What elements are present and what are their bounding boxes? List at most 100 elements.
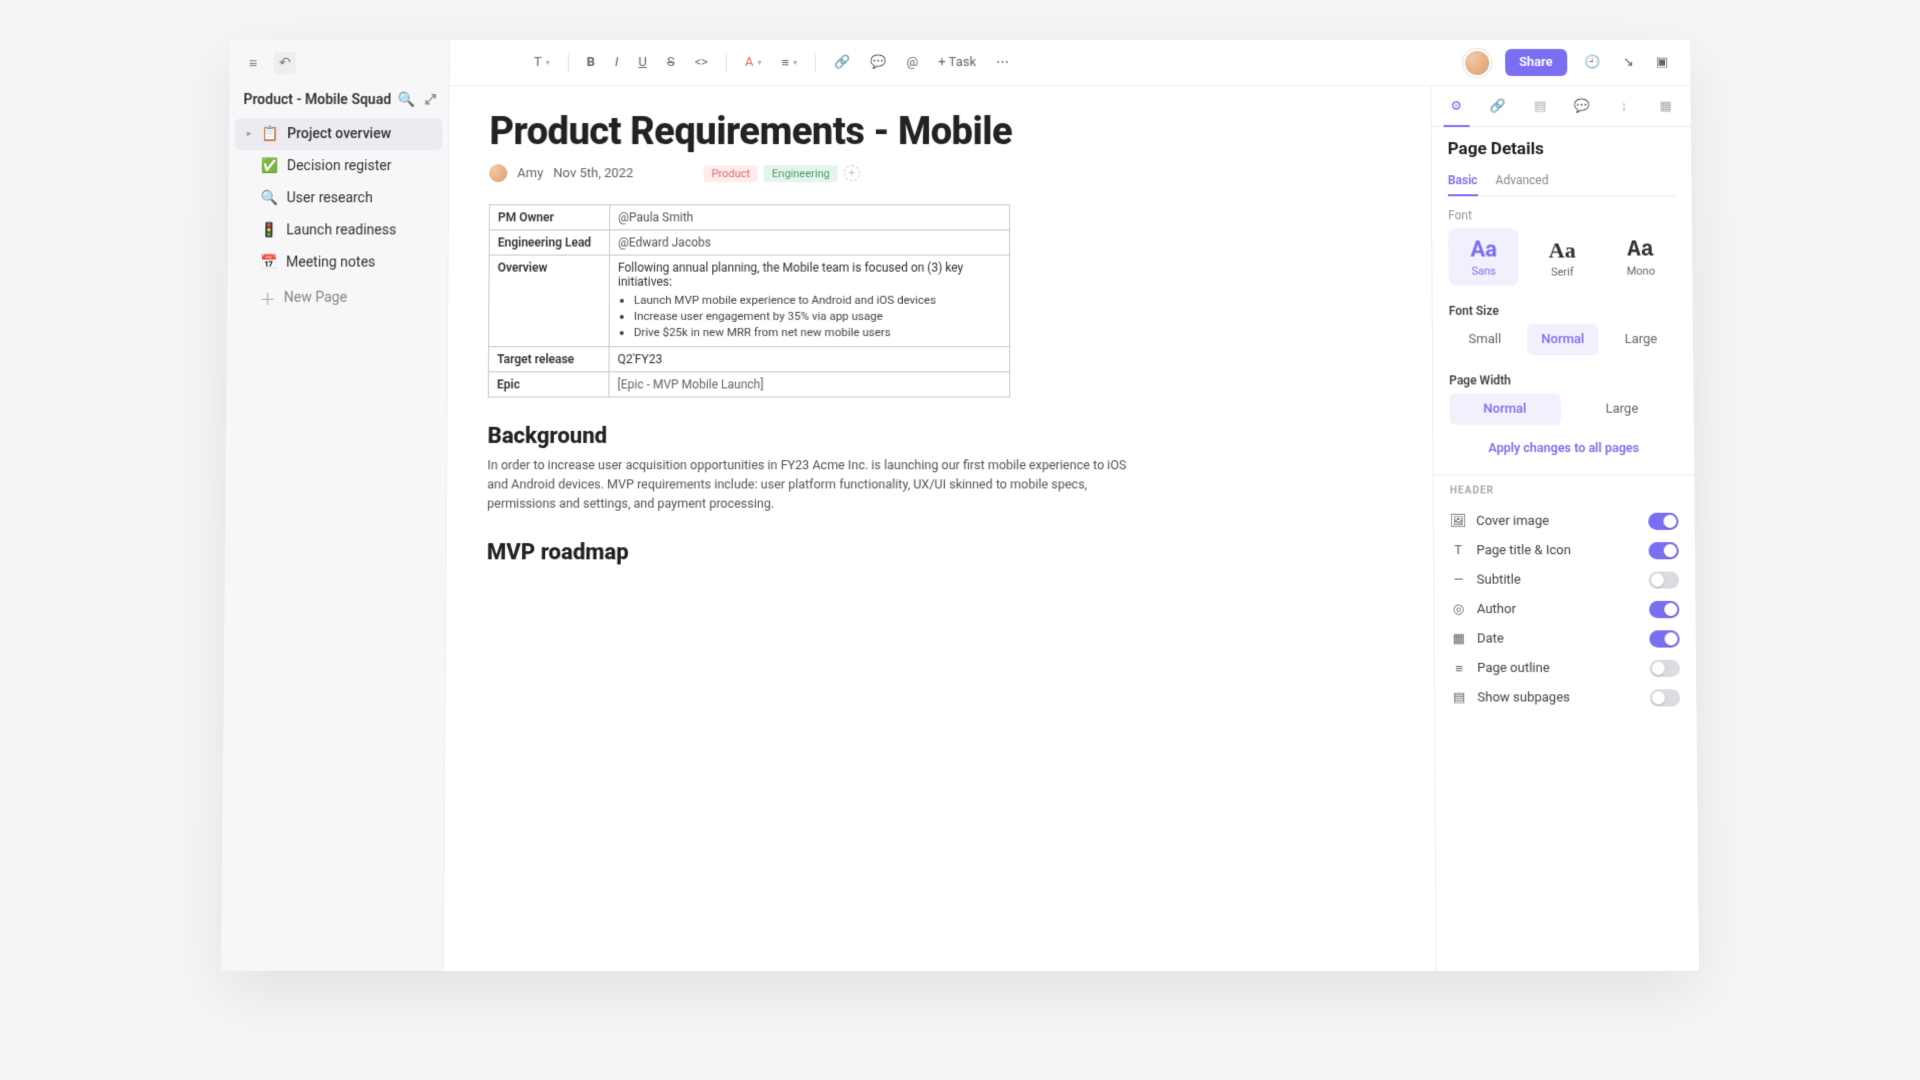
sidebar-item-launch-readiness[interactable]: 🚦 Launch readiness (234, 214, 442, 246)
export-icon[interactable]: ↘ (1619, 51, 1638, 74)
font-size-large[interactable]: Large (1605, 324, 1677, 355)
list-item: Launch MVP mobile experience to Android … (634, 293, 1001, 307)
person-icon: ◎ (1451, 602, 1467, 617)
sidebar-item-project-overview[interactable]: ▸ 📋 Project overview (235, 118, 443, 150)
search-icon[interactable]: 🔍 (398, 92, 416, 108)
sidebar-item-label: Meeting notes (286, 255, 375, 271)
toggle-title-icon[interactable] (1648, 542, 1678, 559)
panel-tab-blocks[interactable]: ▤ (1519, 86, 1561, 126)
cell-label: Overview (489, 255, 610, 347)
row-label: Cover image (1476, 514, 1549, 529)
font-option-sans[interactable]: Aa Sans (1448, 228, 1519, 285)
toggle-subpages[interactable] (1650, 689, 1680, 706)
panel-tab-comments[interactable]: 💬 (1561, 86, 1603, 126)
cell-value: Q2'FY23 (609, 347, 1010, 372)
font-name: Sans (1449, 265, 1518, 278)
expand-icon[interactable]: ⤢ (425, 92, 436, 108)
author-avatar (489, 164, 507, 182)
calendar-icon: 📅 (260, 254, 278, 272)
text-style-dropdown[interactable]: T (530, 51, 554, 74)
panel-tab-links[interactable]: 🔗 (1477, 86, 1519, 126)
text-color-button[interactable]: A (741, 51, 766, 74)
align-button[interactable]: ≡ (777, 50, 801, 74)
more-button[interactable]: ⋯ (992, 51, 1013, 74)
row-label: Subtitle (1477, 573, 1521, 588)
subtitle-icon: ― (1450, 573, 1466, 588)
tag-product[interactable]: Product (703, 165, 758, 182)
sidebar-item-decision-register[interactable]: ✅ Decision register (235, 150, 443, 182)
menu-icon[interactable]: ≡ (242, 52, 264, 74)
font-name: Serif (1528, 266, 1597, 279)
link-button[interactable]: 🔗 (830, 51, 854, 74)
toggle-date[interactable] (1649, 630, 1679, 647)
traffic-icon: 🚦 (260, 221, 278, 239)
new-page-button[interactable]: ＋ New Page (233, 279, 441, 317)
tab-advanced[interactable]: Advanced (1496, 169, 1549, 195)
row-label: Show subpages (1477, 690, 1570, 705)
workspace-name: Product - Mobile Squad (243, 92, 391, 108)
code-button[interactable]: <> (691, 51, 712, 74)
font-size-small[interactable]: Small (1449, 324, 1521, 355)
font-option-serif[interactable]: Aa Serif (1527, 228, 1598, 285)
bold-button[interactable]: B (583, 51, 599, 74)
panel-toggle-icon[interactable]: ▣ (1652, 51, 1673, 74)
heading-background: Background (487, 424, 1392, 449)
apply-all-link[interactable]: Apply changes to all pages (1450, 441, 1678, 456)
italic-button[interactable]: I (611, 51, 623, 74)
row-label: Author (1477, 602, 1516, 617)
toggle-author[interactable] (1649, 601, 1679, 618)
table-row: Target release Q2'FY23 (488, 347, 1009, 372)
share-button[interactable]: Share (1505, 49, 1567, 76)
table-row: PM Owner @Paula Smith (489, 205, 1009, 230)
panel-tab-image[interactable]: ▦ (1645, 86, 1687, 126)
tag-engineering[interactable]: Engineering (764, 165, 838, 182)
list-item: Drive $25k in new MRR from net new mobil… (634, 325, 1001, 339)
sidebar-item-user-research[interactable]: 🔍 User research (234, 182, 442, 214)
table-row: Overview Following annual planning, the … (489, 255, 1010, 347)
doc-date: Nov 5th, 2022 (553, 166, 633, 181)
tab-basic[interactable]: Basic (1448, 169, 1478, 195)
page-title[interactable]: Product Requirements - Mobile (489, 110, 1390, 154)
mention-button[interactable]: @ (903, 51, 923, 74)
epic-link[interactable]: [Epic - MVP Mobile Launch] (617, 377, 763, 391)
panel-title: Page Details (1448, 139, 1675, 159)
cell-label: PM Owner (489, 205, 609, 230)
page-width-large[interactable]: Large (1566, 394, 1677, 425)
search-icon: 🔍 (260, 189, 278, 207)
panel-tab-sort[interactable]: ↕ (1603, 86, 1645, 126)
avatar[interactable] (1463, 48, 1491, 76)
toggle-cover-image[interactable] (1648, 513, 1678, 530)
new-page-label: New Page (284, 290, 347, 306)
comment-button[interactable]: 💬 (866, 51, 890, 74)
page-width-normal[interactable]: Normal (1449, 394, 1560, 425)
background-body[interactable]: In order to increase user acquisition op… (487, 457, 1131, 514)
font-option-mono[interactable]: Aa Mono (1605, 228, 1676, 285)
font-size-normal[interactable]: Normal (1527, 324, 1599, 355)
font-sample: Aa (1449, 237, 1518, 262)
sort-icon: ↕ (1620, 98, 1627, 114)
row-label: Date (1477, 631, 1504, 646)
mention[interactable]: @Paula Smith (618, 210, 693, 224)
panel-tab-settings[interactable]: ⚙ (1435, 86, 1477, 126)
underline-button[interactable]: U (634, 51, 651, 74)
calendar-icon: ▦ (1451, 631, 1467, 646)
table-row: Engineering Lead @Edward Jacobs (489, 230, 1009, 255)
sidebar: Product - Mobile Squad 🔍 ⤢ ▸ 📋 Project o… (221, 40, 450, 971)
chevron-right-icon[interactable]: ▸ (245, 129, 253, 139)
outline-icon: ≡ (1451, 660, 1467, 676)
mention[interactable]: @Edward Jacobs (618, 235, 711, 249)
topbar: T B I U S <> A ≡ 🔗 💬 @ + Task ⋯ Share 🕘 … (450, 40, 1691, 86)
strike-button[interactable]: S (663, 51, 679, 74)
sidebar-item-label: Decision register (287, 158, 392, 174)
heading-roadmap: MVP roadmap (487, 540, 1393, 565)
page-details-panel: ⚙ 🔗 ▤ 💬 ↕ ▦ Page Details Basic Advanced … (1430, 86, 1699, 971)
font-label: Font (1448, 208, 1676, 222)
add-tag-button[interactable]: + (844, 165, 860, 181)
undo-icon[interactable]: ↶ (274, 52, 296, 74)
history-icon[interactable]: 🕘 (1581, 51, 1605, 74)
add-task-button[interactable]: + Task (934, 51, 980, 74)
toggle-outline[interactable] (1650, 660, 1680, 677)
sidebar-item-label: User research (287, 190, 373, 206)
toggle-subtitle[interactable] (1649, 571, 1679, 588)
sidebar-item-meeting-notes[interactable]: 📅 Meeting notes (234, 246, 442, 278)
